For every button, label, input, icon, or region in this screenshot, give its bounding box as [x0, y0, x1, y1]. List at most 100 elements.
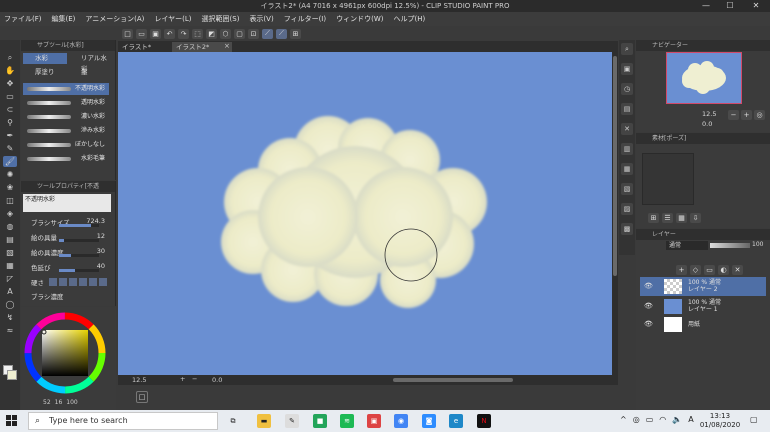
wave-tool-icon[interactable]: ≈	[3, 325, 17, 336]
pencil-tool-icon[interactable]: ✎	[3, 143, 17, 154]
pen-tool-icon[interactable]: ✒	[3, 130, 17, 141]
menu-help[interactable]: ヘルプ(H)	[393, 14, 425, 24]
menu-window[interactable]: ウィンドウ(W)	[336, 14, 383, 24]
brush-tool-icon[interactable]: 🖌	[3, 156, 17, 167]
close-panel-icon[interactable]: ✕	[621, 123, 633, 135]
hand-tool-icon[interactable]: ✋	[3, 65, 17, 76]
airbrush-tool-icon[interactable]: ✺	[3, 169, 17, 180]
frame-tool-icon[interactable]: ▦	[3, 260, 17, 271]
clear-icon[interactable]: ⬚	[192, 28, 203, 39]
blend-tool-icon[interactable]: ◈	[3, 208, 17, 219]
menu-file[interactable]: ファイル(F)	[4, 14, 42, 24]
menu-layer[interactable]: レイヤー(L)	[154, 14, 191, 24]
blend-mode-select[interactable]: 通常	[666, 241, 708, 250]
menu-animation[interactable]: アニメーション(A)	[85, 14, 144, 24]
deselect-icon[interactable]: ▢	[234, 28, 245, 39]
nav-fit-icon[interactable]: ◎	[754, 110, 765, 120]
task-view-icon[interactable]: ⧉	[226, 414, 240, 428]
visibility-eye-icon[interactable]: 👁	[644, 282, 653, 290]
open-icon[interactable]: ▭	[136, 28, 147, 39]
prop-color-stretch[interactable]: 色延び 40	[31, 262, 111, 273]
chrome-icon[interactable]: ◉	[394, 414, 408, 428]
close-tab-icon[interactable]: ×	[224, 42, 230, 50]
clip-studio-icon[interactable]: ✎	[285, 414, 299, 428]
panel-icon-8[interactable]: ▧	[621, 183, 633, 195]
subtool-tab-thick-paint[interactable]: 厚塗り	[23, 67, 67, 78]
panel-icon-6[interactable]: ▥	[621, 143, 633, 155]
snap-ruler-icon[interactable]: ⟋	[262, 28, 273, 39]
app-icon-red[interactable]: ▣	[367, 414, 381, 428]
snap-special-ruler-icon[interactable]: ⟋	[276, 28, 287, 39]
material-grid-icon[interactable]: ⊞	[648, 213, 659, 223]
taskbar-clock[interactable]: 13:13 01/08/2020	[696, 412, 744, 430]
new-icon[interactable]: □	[122, 28, 133, 39]
hardness-steps[interactable]	[49, 278, 107, 286]
decoration-tool-icon[interactable]: ❀	[3, 182, 17, 193]
spotify-icon[interactable]: ≋	[340, 414, 354, 428]
material-large-icon[interactable]: ▦	[676, 213, 687, 223]
close-button[interactable]: ✕	[744, 0, 768, 12]
tab-illustration[interactable]: イラスト*	[118, 42, 170, 52]
text-tool-icon[interactable]: A	[3, 286, 17, 297]
tab-illustration2[interactable]: イラスト2*	[172, 42, 232, 52]
material-paste-icon[interactable]: ⇩	[690, 213, 701, 223]
windows-start-icon[interactable]	[6, 415, 17, 426]
maximize-button[interactable]: ☐	[718, 0, 742, 12]
folder-icon[interactable]: ▭	[704, 265, 715, 275]
snap-grid-icon[interactable]: ⊞	[290, 28, 301, 39]
brush-opaque-watercolor[interactable]: 不透明水彩	[23, 83, 109, 95]
notification-icon[interactable]: ▢	[750, 415, 762, 427]
nav-zoom-in-icon[interactable]: +	[741, 110, 752, 120]
gradient-tool-icon[interactable]: ▤	[3, 234, 17, 245]
zoom-app-icon[interactable]: ◙	[422, 414, 436, 428]
mask-icon[interactable]: ◐	[718, 265, 729, 275]
minimize-button[interactable]: —	[694, 0, 718, 12]
subtool-tab-watercolor[interactable]: 水彩	[23, 53, 67, 64]
netflix-icon[interactable]: N	[477, 414, 491, 428]
prop-paint-amount[interactable]: 絵の具量 12	[31, 232, 111, 243]
layer-row-1[interactable]: 👁 100 % 通常 レイヤー 1	[640, 297, 766, 316]
menu-view[interactable]: 表示(V)	[249, 14, 273, 24]
panel-icon-10[interactable]: ▩	[621, 223, 633, 235]
fill-icon[interactable]: ◩	[206, 28, 217, 39]
rotation-readout[interactable]: 0.0	[212, 376, 222, 384]
timeline-icon[interactable]: □	[136, 391, 148, 403]
navigator-preview[interactable]	[666, 52, 742, 104]
panel-icon-9[interactable]: ▨	[621, 203, 633, 215]
subtool-tab-ink[interactable]: 墨	[69, 67, 113, 78]
prop-brush-density[interactable]: ブラシ濃度	[31, 291, 111, 302]
color-wheel[interactable]	[21, 307, 116, 399]
menu-edit[interactable]: 編集(E)	[52, 14, 76, 24]
zoom-out-icon[interactable]: −	[192, 375, 197, 383]
taskbar-search-input[interactable]: ⌕ Type here to search	[28, 412, 218, 430]
canvas-vertical-scrollbar[interactable]	[612, 52, 618, 375]
canvas[interactable]	[118, 52, 613, 375]
new-layer-icon[interactable]: +	[676, 265, 687, 275]
language-icon[interactable]: A	[688, 415, 693, 424]
edge-icon[interactable]: e	[449, 414, 463, 428]
save-icon[interactable]: ▣	[150, 28, 161, 39]
new-vector-icon[interactable]: ◇	[690, 265, 701, 275]
brush-dense-watercolor[interactable]: 濃い水彩	[23, 111, 109, 123]
menu-filter[interactable]: フィルター(I)	[284, 14, 326, 24]
zoom-readout[interactable]: 12.5	[132, 376, 146, 384]
search-icon[interactable]: ⌕	[621, 43, 633, 55]
move-tool-icon[interactable]: ✥	[3, 78, 17, 89]
subtool-tab-real-watercolor[interactable]: リアル水彩	[69, 53, 113, 73]
zoom-tool-icon[interactable]: ⌕	[3, 52, 17, 63]
network-icon[interactable]: ◠	[659, 415, 666, 424]
volume-icon[interactable]: 🔈	[672, 415, 682, 424]
correct-line-tool-icon[interactable]: ↯	[3, 312, 17, 323]
figure-tool-icon[interactable]: ▧	[3, 247, 17, 258]
lasso-tool-icon[interactable]: ⊂	[3, 104, 17, 115]
battery-icon[interactable]: ▭	[646, 415, 654, 424]
opacity-value[interactable]: 100	[752, 241, 763, 248]
eraser-tool-icon[interactable]: ◫	[3, 195, 17, 206]
brush-no-blur[interactable]: ぼかしなし	[23, 139, 109, 151]
canvas-horizontal-scrollbar[interactable]	[393, 378, 513, 382]
selection-tool-icon[interactable]: ▭	[3, 91, 17, 102]
visibility-eye-icon[interactable]: 👁	[644, 320, 653, 328]
prop-brush-size[interactable]: ブラシサイズ 724.3	[31, 217, 111, 228]
redo-icon[interactable]: ↷	[178, 28, 189, 39]
material-preview[interactable]	[642, 153, 694, 205]
